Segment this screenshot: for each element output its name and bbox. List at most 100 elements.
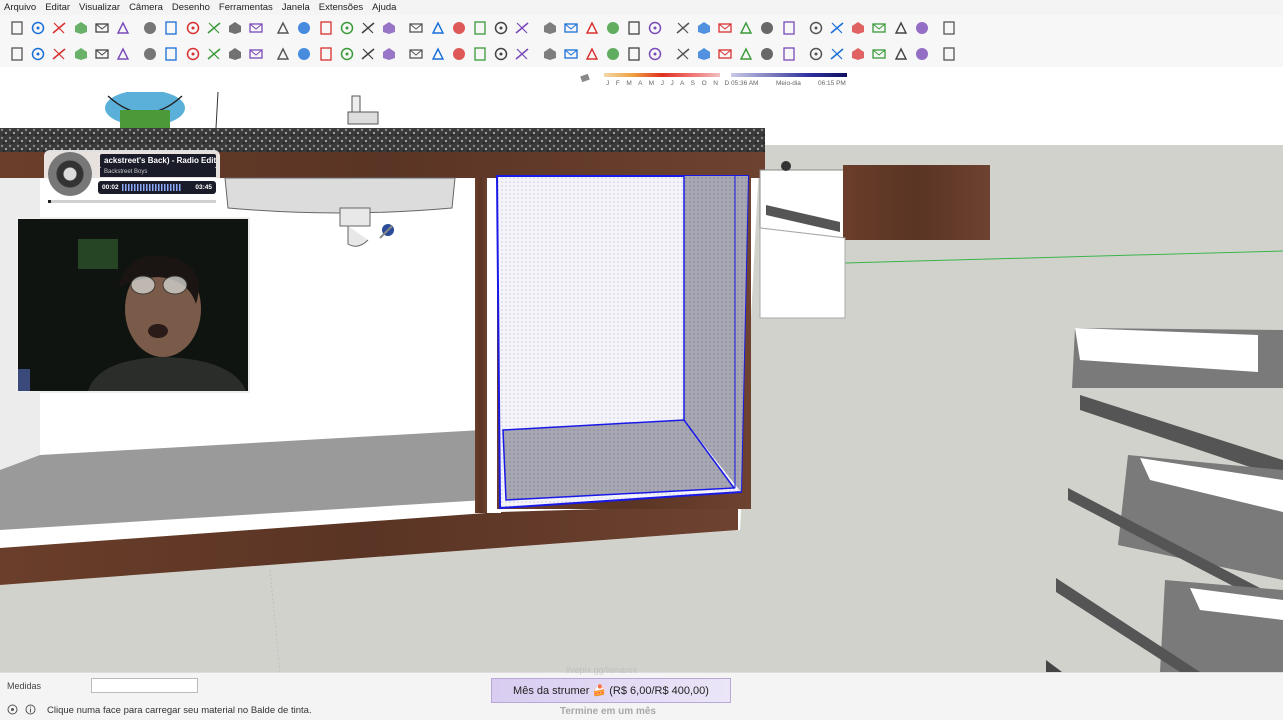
pan-icon[interactable] — [604, 45, 622, 63]
iso-view-icon[interactable] — [247, 19, 265, 37]
components-icon[interactable] — [780, 19, 798, 37]
solid-box-icon[interactable] — [807, 45, 825, 63]
menu-desenho[interactable]: Desenho — [172, 2, 210, 13]
section-cuts-icon[interactable] — [583, 19, 601, 37]
curve-icon[interactable] — [892, 45, 910, 63]
cut-icon[interactable] — [72, 19, 90, 37]
menu-arquivo[interactable]: Arquivo — [4, 2, 36, 13]
section-plane-icon[interactable] — [541, 19, 559, 37]
shadow-toggle-icon[interactable] — [580, 72, 592, 84]
paint-bucket-icon[interactable] — [50, 45, 68, 63]
make-component-icon[interactable] — [29, 45, 47, 63]
entity-icon[interactable] — [646, 19, 664, 37]
mirror-icon[interactable] — [870, 45, 888, 63]
top-view-icon[interactable] — [274, 19, 292, 37]
dimension-icon[interactable] — [471, 45, 489, 63]
erase-icon[interactable] — [141, 19, 159, 37]
xray-style-icon[interactable] — [380, 19, 398, 37]
section-plane-icon[interactable] — [780, 45, 798, 63]
solid-outer-shell-icon[interactable] — [828, 45, 846, 63]
date-slider[interactable] — [604, 73, 720, 77]
menu-visualizar[interactable]: Visualizar — [79, 2, 120, 13]
zoom-window-icon[interactable] — [646, 45, 664, 63]
settings-icon[interactable] — [849, 19, 867, 37]
select-arrow-icon[interactable] — [8, 45, 26, 63]
right-view-icon[interactable] — [317, 19, 335, 37]
menu-editar[interactable]: Editar — [45, 2, 70, 13]
rectangle-icon[interactable] — [141, 45, 159, 63]
rotated-rectangle-icon[interactable] — [162, 45, 180, 63]
polygon-icon[interactable] — [205, 45, 223, 63]
eraser-icon[interactable] — [72, 45, 90, 63]
protractor-icon[interactable] — [492, 45, 510, 63]
back-edges-icon[interactable] — [407, 19, 425, 37]
move-icon[interactable] — [317, 45, 335, 63]
look-around-icon[interactable] — [737, 45, 755, 63]
layers-icon[interactable] — [807, 19, 825, 37]
new-file-icon[interactable] — [8, 19, 26, 37]
zoom-icon[interactable] — [625, 45, 643, 63]
text-icon[interactable] — [513, 45, 531, 63]
three-point-arc-icon[interactable] — [274, 45, 292, 63]
section-display-icon[interactable] — [562, 19, 580, 37]
geolocation-icon[interactable] — [6, 703, 18, 715]
print-icon[interactable] — [205, 19, 223, 37]
pencil-line-icon[interactable] — [93, 45, 111, 63]
redo-icon[interactable] — [184, 19, 202, 37]
rotate-icon[interactable] — [359, 45, 377, 63]
solid-intersect-icon[interactable] — [849, 45, 867, 63]
pie-icon[interactable] — [295, 45, 313, 63]
circle-icon[interactable] — [184, 45, 202, 63]
shaded-icon[interactable] — [471, 19, 489, 37]
menu-ajuda[interactable]: Ajuda — [372, 2, 396, 13]
orbit-icon[interactable] — [583, 45, 601, 63]
follow-me-icon[interactable] — [429, 45, 447, 63]
scale-icon[interactable] — [380, 45, 398, 63]
sandbox-icon[interactable] — [716, 19, 734, 37]
open-file-icon[interactable] — [29, 19, 47, 37]
two-point-arc-icon[interactable] — [247, 45, 265, 63]
save-icon[interactable] — [50, 19, 68, 37]
freehand-icon[interactable] — [114, 45, 132, 63]
monochrome-icon[interactable] — [513, 19, 531, 37]
model-info-icon[interactable] — [226, 19, 244, 37]
previous-view-icon[interactable] — [695, 45, 713, 63]
menu-janela[interactable]: Janela — [282, 2, 310, 13]
3d-warehouse-icon[interactable] — [737, 19, 755, 37]
time-slider[interactable] — [731, 73, 847, 77]
dots-icon[interactable] — [940, 45, 958, 63]
menu-ferramentas[interactable]: Ferramentas — [219, 2, 273, 13]
hidden-line-icon[interactable] — [450, 19, 468, 37]
cart-icon[interactable] — [913, 19, 931, 37]
arc-icon[interactable] — [226, 45, 244, 63]
3d-text-icon[interactable] — [562, 45, 580, 63]
wireframe-style-icon[interactable] — [429, 19, 447, 37]
account-icon[interactable] — [940, 19, 958, 37]
info-icon[interactable] — [24, 703, 36, 715]
left-view-icon[interactable] — [359, 19, 377, 37]
measurements-input[interactable] — [91, 678, 198, 693]
walk-icon[interactable] — [758, 45, 776, 63]
section-fill-icon[interactable] — [604, 19, 622, 37]
house-icon[interactable] — [625, 19, 643, 37]
extension-icon[interactable] — [758, 19, 776, 37]
tape-measure-icon[interactable] — [450, 45, 468, 63]
position-camera-icon[interactable] — [716, 45, 734, 63]
offset-icon[interactable] — [407, 45, 425, 63]
zoom-extents-icon[interactable] — [695, 19, 713, 37]
info-icon[interactable] — [892, 19, 910, 37]
push-pull-icon[interactable] — [338, 45, 356, 63]
copy-icon[interactable] — [93, 19, 111, 37]
front-view-icon[interactable] — [295, 19, 313, 37]
menu-extensões[interactable]: Extensões — [319, 2, 363, 13]
layout-icon[interactable] — [913, 45, 931, 63]
ar-icon[interactable] — [870, 19, 888, 37]
zoom-extents-icon[interactable] — [674, 45, 692, 63]
window-icon[interactable] — [674, 19, 692, 37]
trimble-icon[interactable] — [828, 19, 846, 37]
shaded-texture-icon[interactable] — [492, 19, 510, 37]
axes-icon[interactable] — [541, 45, 559, 63]
paste-icon[interactable] — [114, 19, 132, 37]
undo-icon[interactable] — [162, 19, 180, 37]
menu-câmera[interactable]: Câmera — [129, 2, 163, 13]
